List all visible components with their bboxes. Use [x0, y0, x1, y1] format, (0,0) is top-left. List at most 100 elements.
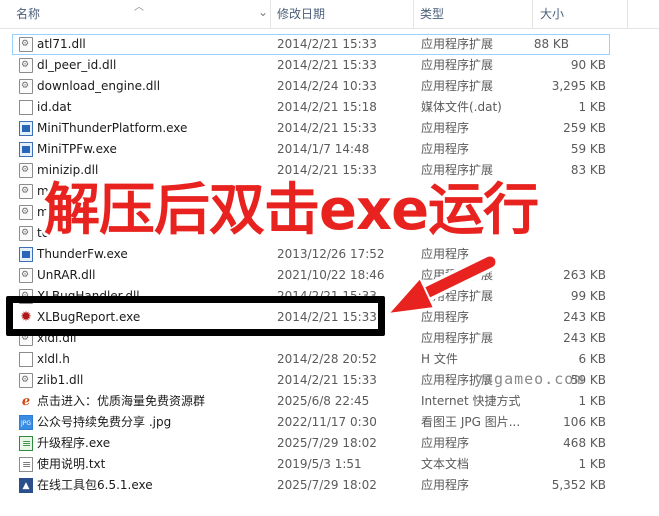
table-row[interactable]: id.dat 2014/2/21 15:18 媒体文件(.dat) 1 KB: [0, 97, 659, 118]
headline-overlay: 解压后双击exe运行: [44, 178, 539, 243]
chevron-down-icon[interactable]: ⌄: [258, 5, 268, 19]
file-name: id.dat: [37, 100, 72, 114]
file-type: 应用程序: [421, 247, 470, 261]
file-size: 90 KB: [570, 58, 606, 72]
file-modified-date: 2014/2/24 10:33: [277, 79, 377, 93]
file-type: 应用程序: [421, 310, 470, 324]
file-size: 468 KB: [563, 436, 606, 450]
column-header-date[interactable]: 修改日期: [273, 0, 413, 28]
file-size: 263 KB: [563, 268, 606, 282]
file-name: MiniTPFw.exe: [37, 142, 117, 156]
file-name: atl71.dll: [37, 37, 86, 51]
dll-file-icon: [19, 163, 33, 178]
table-row[interactable]: ThunderFw.exe 2013/12/26 17:52 应用程序: [0, 244, 659, 265]
dll-file-icon: [19, 79, 33, 94]
file-name: xldl.h: [37, 352, 70, 366]
file-type: 应用程序扩展: [421, 79, 494, 93]
file-modified-date: 2014/2/21 15:33: [277, 58, 377, 72]
file-size: 259 KB: [563, 121, 606, 135]
file-type: 应用程序: [421, 121, 470, 135]
file-modified-date: 2025/7/29 18:02: [277, 478, 377, 492]
dll-file-icon: [19, 37, 33, 52]
file-modified-date: 2014/2/21 15:33: [277, 373, 377, 387]
file-modified-date: 2013/12/26 17:52: [277, 247, 385, 261]
file-modified-date: 2014/2/21 15:18: [277, 100, 377, 114]
table-row[interactable]: dl_peer_id.dll 2014/2/21 15:33 应用程序扩展 90 KB: [0, 55, 659, 76]
file-type: 应用程序扩展: [421, 289, 494, 303]
table-row[interactable]: download_engine.dll 2014/2/24 10:33 应用程序扩展…: [0, 76, 659, 97]
file-name: zlib1.dll: [37, 373, 84, 387]
file-size: 5,352 KB: [551, 478, 606, 492]
file-type: 应用程序扩展: [421, 268, 494, 282]
file-modified-date: 2014/2/21 15:33: [277, 37, 377, 51]
file-type: 应用程序: [421, 478, 470, 492]
file-name: 使用说明.txt: [37, 457, 106, 471]
file-name: 公众号持续免费分享 .jpg: [37, 415, 172, 429]
table-row[interactable]: UnRAR.dll 2021/10/22 18:46 应用程序扩展 263 KB: [0, 265, 659, 286]
file-modified-date: 2021/10/22 18:46: [277, 268, 385, 282]
file-size: 106 KB: [563, 415, 606, 429]
file-modified-date: 2025/6/8 22:45: [277, 394, 370, 408]
file-size: 1 KB: [578, 394, 606, 408]
file-size: 99 KB: [570, 289, 606, 303]
dll-file-icon: [19, 226, 33, 241]
file-size: 1 KB: [578, 457, 606, 471]
file-modified-date: 2014/2/28 20:52: [277, 352, 377, 366]
file-type: 看图王 JPG 图片...: [421, 415, 521, 429]
table-row[interactable]: ℯ 点击进入：优质海量免费资源群 2025/6/8 22:45 Internet 快捷…: [0, 391, 659, 412]
column-divider[interactable]: [270, 0, 271, 28]
internet-shortcut-icon: ℯ: [21, 394, 31, 409]
file-type: H 文件: [421, 352, 458, 366]
file-name: 升级程序.exe: [37, 436, 111, 450]
dll-file-icon: [19, 184, 33, 199]
file-modified-date: 2014/1/7 14:48: [277, 142, 370, 156]
file-modified-date: 2019/5/3 1:51: [277, 457, 362, 471]
dll-file-icon: [19, 268, 33, 283]
file-name: download_engine.dll: [37, 79, 161, 93]
file-modified-date: 2025/7/29 18:02: [277, 436, 377, 450]
table-row[interactable]: MiniTPFw.exe 2014/1/7 14:48 应用程序 59 KB: [0, 139, 659, 160]
file-modified-date: 2014/2/21 15:33: [277, 121, 377, 135]
file-type: Internet 快捷方式: [421, 394, 521, 408]
file-type: 应用程序扩展: [421, 331, 494, 345]
column-header-type[interactable]: 类型: [416, 0, 532, 28]
file-size: 88 KB: [533, 37, 569, 51]
table-row[interactable]: atl71.dll 2014/2/21 15:33 应用程序扩展 88 KB: [12, 34, 610, 55]
file-size: 59 KB: [570, 142, 606, 156]
table-row[interactable]: JPG 公众号持续免费分享 .jpg 2022/11/17 0:30 看图王 JPG …: [0, 412, 659, 433]
column-divider[interactable]: [627, 0, 628, 28]
chevron-up-icon: ︿: [134, 2, 144, 13]
column-header-size[interactable]: 大小: [536, 0, 626, 28]
table-row[interactable]: 使用说明.txt 2019/5/3 1:51 文本文档 1 KB: [0, 454, 659, 475]
dll-file-icon: [19, 205, 33, 220]
table-row[interactable]: ▲ 在线工具包6.5.1.exe 2025/7/29 18:02 应用程序 5,352 …: [0, 475, 659, 496]
column-divider[interactable]: [532, 0, 533, 28]
file-type: 媒体文件(.dat): [421, 100, 502, 114]
file-name: 点击进入：优质海量免费资源群: [37, 394, 206, 408]
file-size: 1 KB: [578, 100, 606, 114]
table-row[interactable]: xldl.h 2014/2/28 20:52 H 文件 6 KB: [0, 349, 659, 370]
file-name: 在线工具包6.5.1.exe: [37, 478, 153, 492]
file-type: 应用程序扩展: [421, 37, 494, 51]
file-size: 243 KB: [563, 331, 606, 345]
table-row[interactable]: MiniThunderPlatform.exe 2014/2/21 15:33 应用…: [0, 118, 659, 139]
table-row[interactable]: 升级程序.exe 2025/7/29 18:02 应用程序 468 KB: [0, 433, 659, 454]
file-type: 文本文档: [421, 457, 470, 471]
toolkit-exe-icon: ▲: [19, 478, 33, 493]
file-name: UnRAR.dll: [37, 268, 96, 282]
file-name: MiniThunderPlatform.exe: [37, 121, 188, 135]
exe-file-icon: [19, 247, 33, 262]
exe-file-icon: [19, 121, 33, 136]
highlight-box: [6, 296, 385, 336]
exe-file-icon: [19, 142, 33, 157]
file-size: 243 KB: [563, 310, 606, 324]
column-header-bar: 名称 ︿ ⌄ 修改日期 类型 大小: [0, 0, 659, 29]
file-type: 应用程序扩展: [421, 58, 494, 72]
file-modified-date: 2022/11/17 0:30: [277, 415, 377, 429]
file-size: 6 KB: [578, 352, 606, 366]
column-divider[interactable]: [413, 0, 414, 28]
file-type: 应用程序: [421, 142, 470, 156]
jpg-file-icon: JPG: [19, 415, 33, 430]
updater-exe-icon: [19, 436, 33, 451]
dll-file-icon: [19, 58, 33, 73]
